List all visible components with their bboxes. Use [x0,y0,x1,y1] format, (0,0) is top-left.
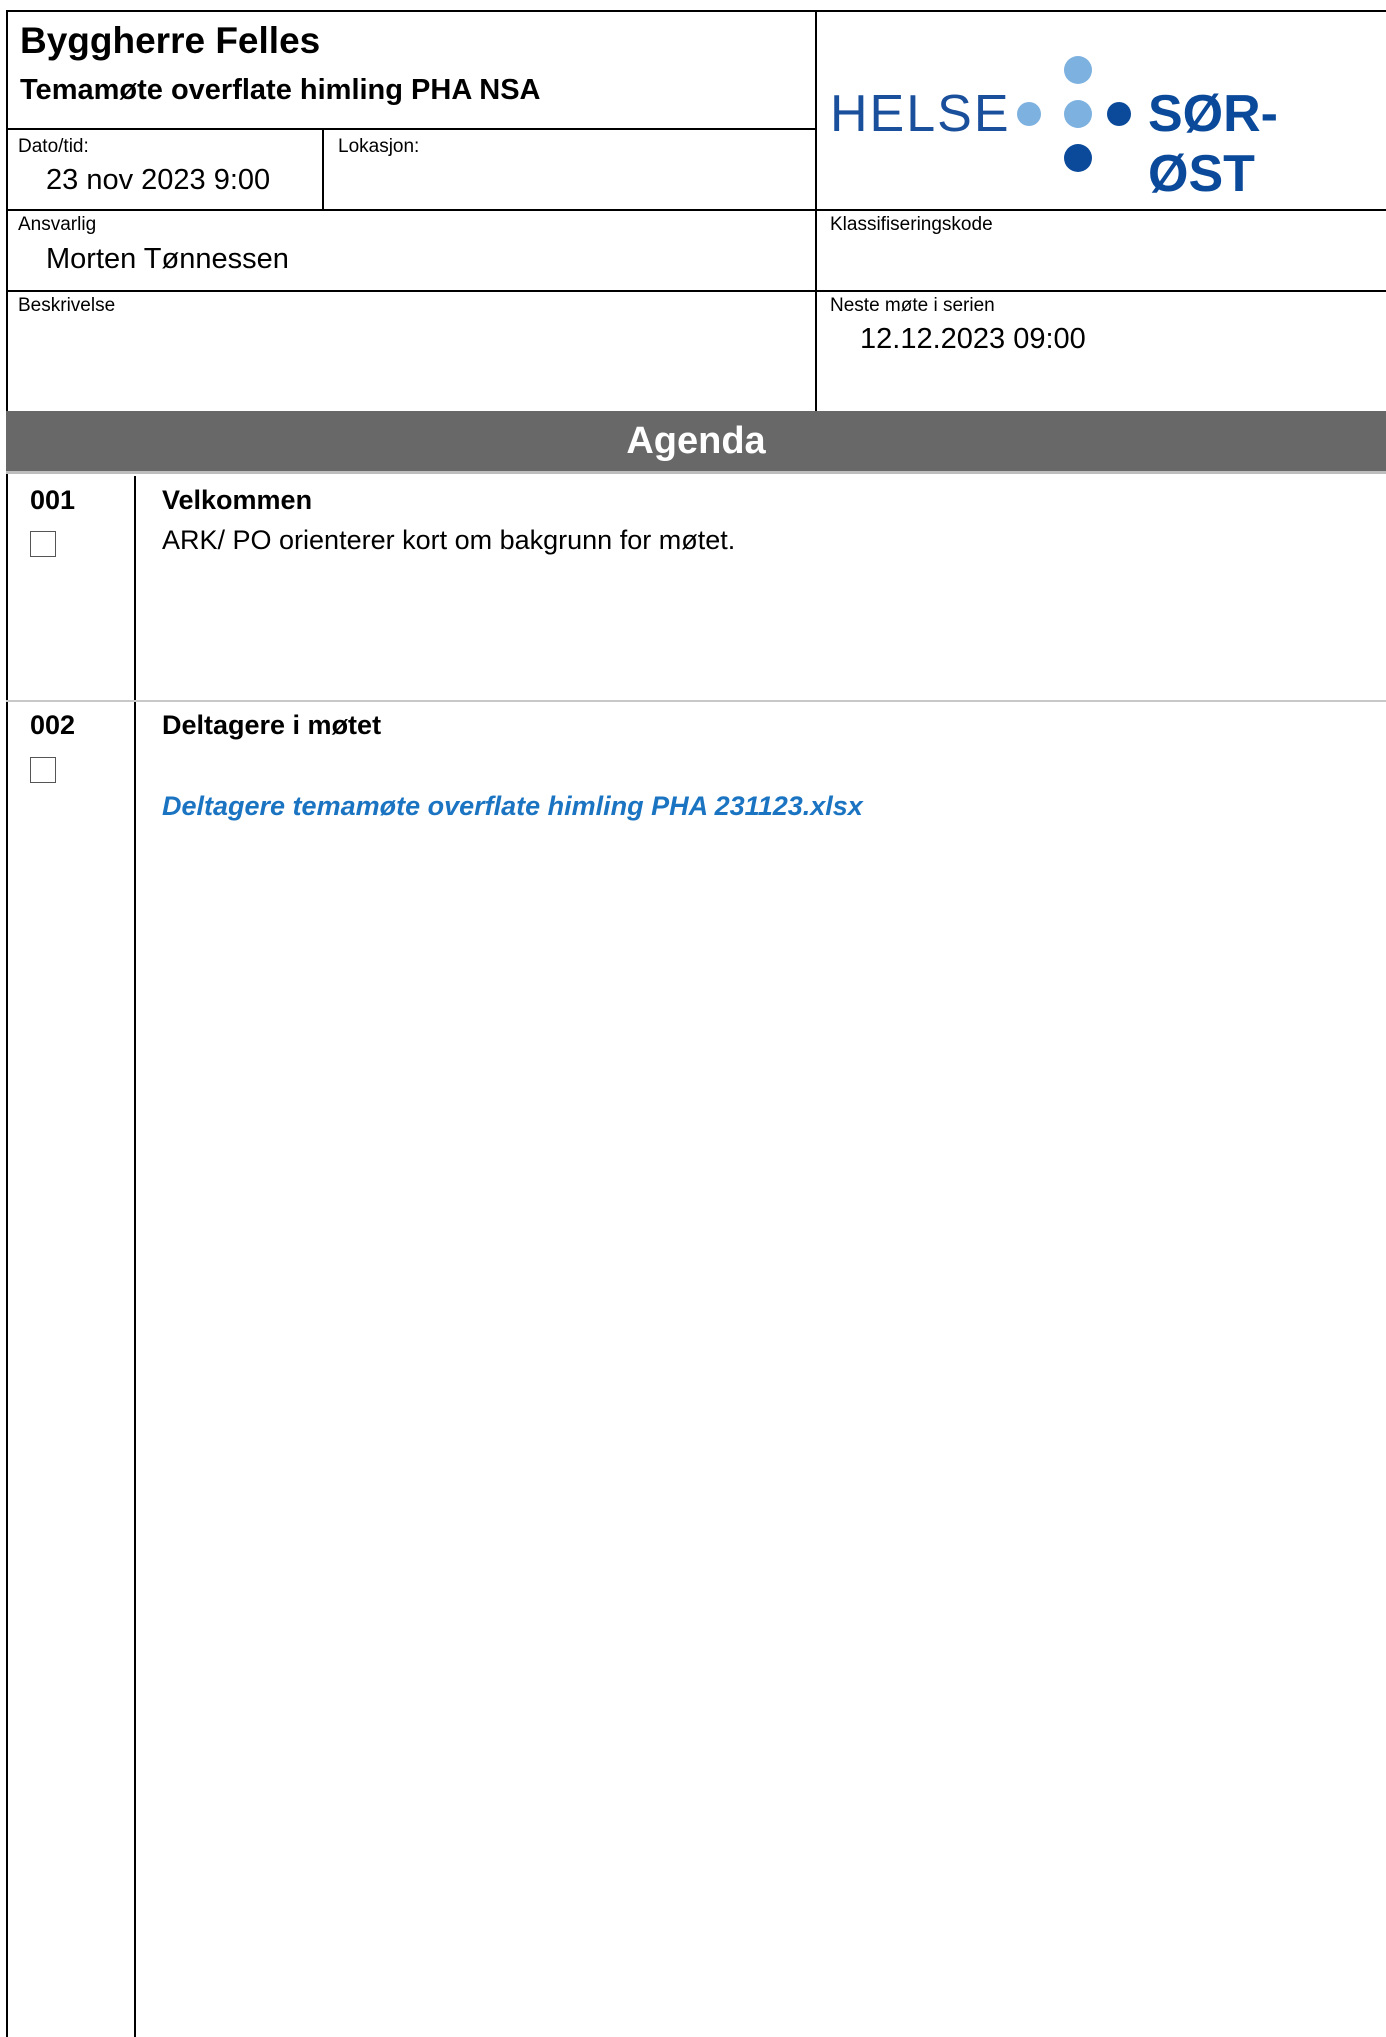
date-label: Dato/tid: [18,136,89,157]
attachment-link[interactable]: Deltagere temamøte overflate himling PHA… [162,791,863,822]
date-value: 23 nov 2023 9:00 [46,164,271,196]
logo-dots-icon [1017,56,1131,172]
logo-dot-center [1064,100,1092,128]
logo-text-right: SØR-ØST [1148,85,1278,203]
row-line-1 [6,209,1386,211]
logo-dot-top [1064,56,1092,84]
agenda-item-number: 002 [30,710,76,740]
helse-sor-ost-logo: HELSE SØR-ØST [830,54,1375,203]
agenda-item-title: Deltagere i møtet [162,710,382,740]
logo-dot-left [1017,102,1041,126]
agenda-item-number: 001 [30,485,76,515]
agenda-item-text: ARK/ PO orienterer kort om bakgrunn for … [162,525,736,555]
title-bottom-line [6,128,816,130]
agenda-item-checkbox[interactable] [30,531,56,557]
agenda-item-separator [6,700,1386,702]
date-location-divider [322,128,324,210]
frame-left [6,10,8,2037]
logo-dot-right [1107,102,1131,126]
logo-text-left: HELSE [830,85,1011,143]
location-label: Lokasjon: [338,136,420,157]
agenda-header-underline [6,471,1386,474]
frame-top [6,10,1386,12]
agenda-item-title: Velkommen [162,485,313,515]
document-title: Byggherre Felles [20,20,321,61]
document-subtitle: Temamøte overflate himling PHA NSA [20,74,541,106]
next-meeting-value: 12.12.2023 09:00 [860,323,1086,355]
agenda-number-column-divider [134,476,136,2037]
next-meeting-label: Neste møte i serien [830,295,995,316]
logo-dot-bottom [1064,144,1092,172]
agenda-item-checkbox[interactable] [30,757,56,783]
responsible-label: Ansvarlig [18,214,97,235]
classification-label: Klassifiseringskode [830,214,993,235]
responsible-value: Morten Tønnessen [46,243,289,275]
description-label: Beskrivelse [18,295,116,316]
agenda-header: Agenda [6,411,1386,471]
row-line-2 [6,290,1386,292]
